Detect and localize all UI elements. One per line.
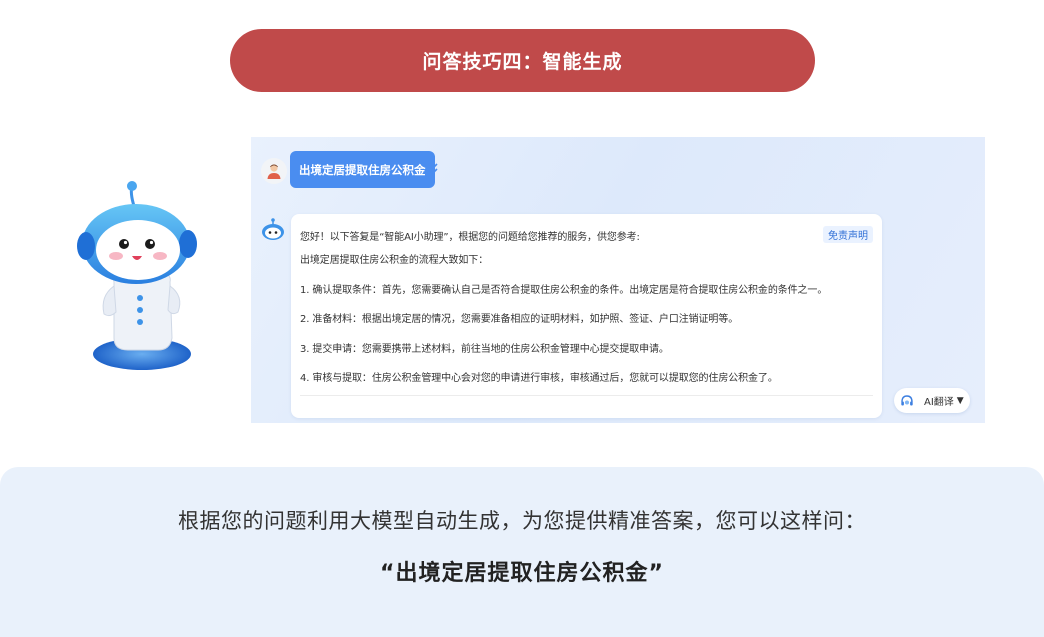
user-avatar bbox=[261, 158, 287, 184]
robot-mascot-icon bbox=[77, 181, 197, 370]
answer-step-3: 3. 提交申请：您需要携带上述材料，前往当地的住房公积金管理中心提交提取申请。 bbox=[300, 344, 669, 355]
user-query-bubble[interactable]: 出境定居提取住房公积金 bbox=[290, 151, 435, 188]
translate-label: AI翻译 bbox=[924, 397, 954, 408]
disclaimer-button[interactable]: 免责声明 bbox=[823, 226, 873, 243]
answer-intro: 出境定居提取住房公积金的流程大致如下： bbox=[300, 255, 489, 266]
description-panel: 根据您的问题利用大模型自动生成，为您提供精准答案，您可以这样问： “出境定居提取… bbox=[0, 467, 1044, 637]
answer-step-2: 2. 准备材料：根据出境定居的情况，您需要准备相应的证明材料，如护照、签证、户口… bbox=[300, 314, 739, 325]
card-divider bbox=[300, 395, 873, 396]
ai-translate-button[interactable]: AI翻译 ▼ bbox=[894, 388, 970, 413]
answer-card: 您好！以下答复是“智能AI小助理”，根据您的问题给您推荐的服务，供您参考: 免责… bbox=[291, 214, 882, 418]
answer-greeting: 您好！以下答复是“智能AI小助理”，根据您的问题给您推荐的服务，供您参考: bbox=[300, 232, 640, 243]
headset-icon bbox=[901, 394, 913, 405]
answer-step-4: 4. 审核与提取：住房公积金管理中心会对您的申请进行审核，审核通过后，您就可以提… bbox=[300, 373, 778, 384]
feature-description: 根据您的问题利用大模型自动生成，为您提供精准答案，您可以这样问： bbox=[178, 509, 866, 533]
double-chevron-down-icon[interactable] bbox=[427, 162, 439, 176]
example-question: “出境定居提取住房公积金” bbox=[380, 561, 664, 586]
answer-step-1: 1. 确认提取条件：首先，您需要确认自己是否符合提取住房公积金的条件。出境定居是… bbox=[300, 285, 828, 296]
chat-panel: 出境定居提取住房公积金 您好！以下答复是“智能AI小助理”，根据您的问题给您推荐… bbox=[251, 137, 985, 423]
bot-avatar-icon bbox=[262, 218, 284, 240]
user-icon bbox=[267, 164, 281, 179]
section-title: 问答技巧四：智能生成 bbox=[230, 29, 815, 92]
chevron-down-icon: ▼ bbox=[956, 395, 964, 406]
